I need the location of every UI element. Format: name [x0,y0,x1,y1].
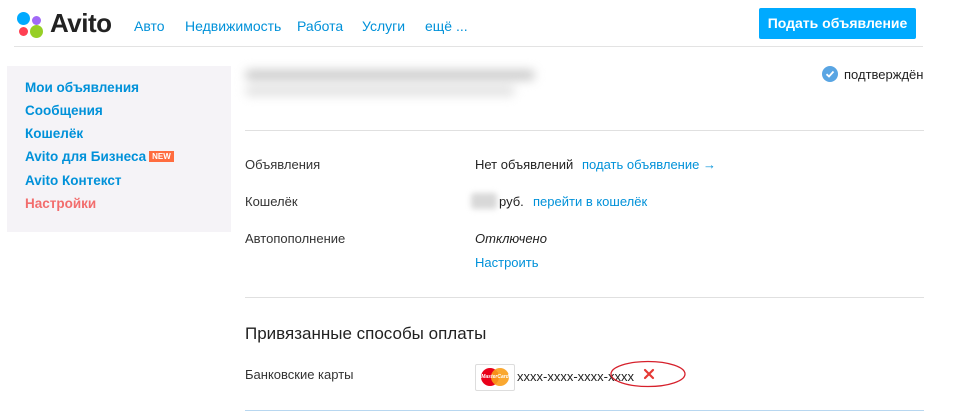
bank-cards-label: Банковские карты [245,367,354,382]
nav-item-services[interactable]: Услуги [362,18,405,34]
post-ad-link[interactable]: подать объявление → [582,157,716,172]
header-divider [14,46,923,47]
ads-label: Объявления [245,157,321,172]
wallet-currency: руб. [499,194,524,209]
divider [245,130,924,131]
nav-item-more[interactable]: ещё ... [425,18,468,34]
sidebar-item-my-ads[interactable]: Мои объявления [25,80,139,95]
avito-logo[interactable]: Avito [14,8,112,39]
blurred-email [245,68,535,100]
header: Avito Авто Недвижимость Работа Услуги ещ… [0,0,976,48]
confirmed-label: подтверждён [844,66,924,82]
sidebar-item-context[interactable]: Avito Контекст [25,173,121,188]
confirmed-status: подтверждён [822,66,923,82]
page: Avito Авто Недвижимость Работа Услуги ещ… [0,0,976,417]
bottom-divider [245,410,924,411]
mastercard-icon: MasterCard [475,364,515,391]
ads-value: Нет объявлений [475,157,574,172]
post-ad-button[interactable]: Подать объявление [759,8,916,39]
divider [245,297,924,298]
sidebar-item-business[interactable]: Avito для Бизнеса NEW [25,149,174,164]
blurred-balance [471,193,497,209]
autotopup-status: Отключено [475,231,547,246]
nav-item-realty[interactable]: Недвижимость [185,18,281,34]
remove-card-icon[interactable] [642,367,656,381]
sidebar-item-label: Avito для Бизнеса [25,149,147,164]
go-to-wallet-link[interactable]: перейти в кошелёк [533,194,647,209]
configure-autotopup-link[interactable]: Настроить [475,255,539,270]
check-icon [822,66,838,82]
card-brand: MasterCard [481,374,509,380]
nav-item-jobs[interactable]: Работа [297,18,343,34]
logo-dots-icon [14,9,44,39]
wallet-label: Кошелёк [245,194,298,209]
sidebar: Мои объявления Сообщения Кошелёк Avito д… [7,66,231,232]
new-badge: NEW [149,151,174,162]
sidebar-item-settings[interactable]: Настройки [25,196,96,211]
payment-methods-title: Привязанные способы оплаты [245,324,487,343]
nav-item-auto[interactable]: Авто [134,18,165,34]
sidebar-item-messages[interactable]: Сообщения [25,103,103,118]
logo-text: Avito [50,8,112,38]
autotopup-label: Автопополнение [245,231,346,246]
sidebar-item-wallet[interactable]: Кошелёк [25,126,83,141]
